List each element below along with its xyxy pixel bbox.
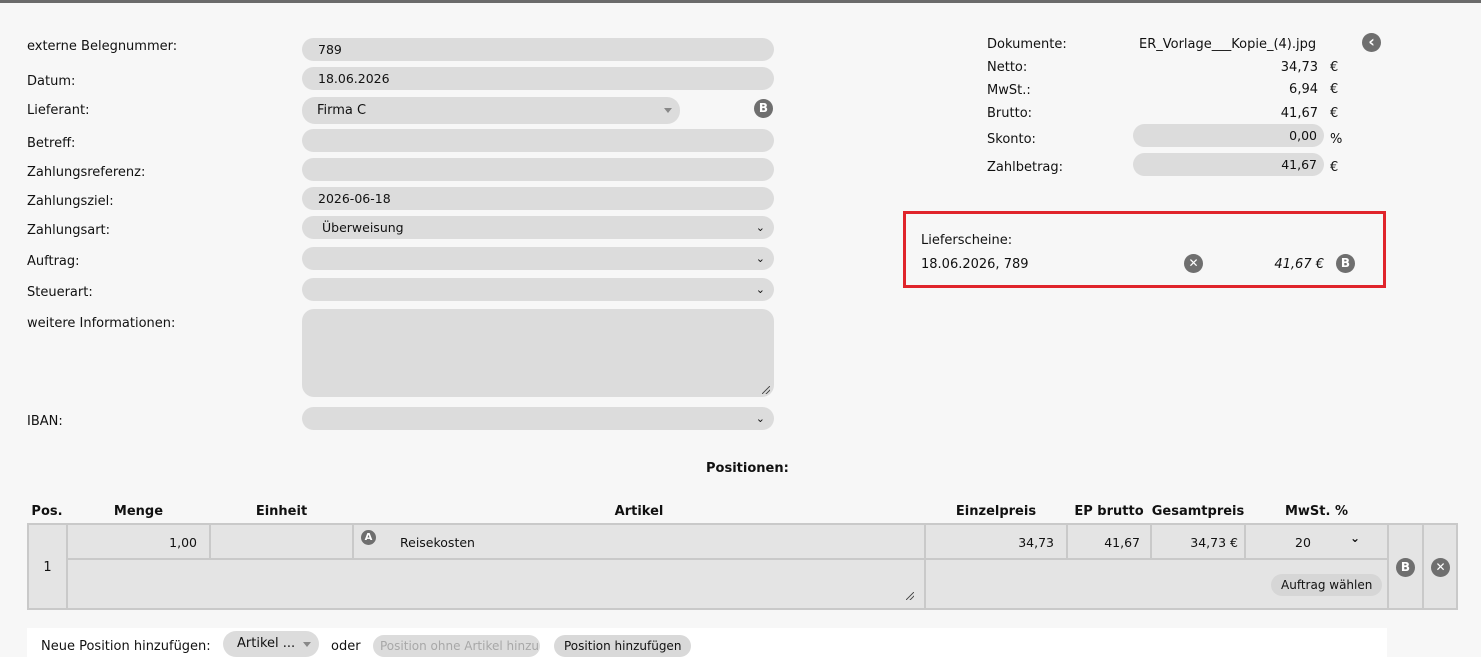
artikel-a-badge-icon[interactable]: A [361,530,376,545]
lieferant-b-badge-icon[interactable]: B [754,99,773,118]
skonto-input[interactable]: 0,00 [1133,124,1324,147]
header-mwst: MwSt. % [1284,504,1348,519]
einzelpreis-input[interactable]: 34,73 [924,523,1068,560]
label-dokumente: Dokumente: [987,37,1067,52]
zahlungsart-value: Überweisung [322,220,404,235]
lieferant-value: Firma C [317,103,367,118]
label-zahlungsreferenz: Zahlungsreferenz: [27,165,146,180]
lieferscheine-title: Lieferscheine: [921,233,1013,248]
label-zahlbetrag: Zahlbetrag: [987,160,1064,175]
dokument-link[interactable]: ER_Vorlage___Kopie_(4).jpg [1139,37,1316,52]
gesamtpreis-cell: 34,73 € [1150,523,1246,560]
dropdown-triangle-icon [303,642,311,647]
zahlungsziel-input[interactable]: 2026-06-18 [302,187,774,210]
menge-input[interactable]: 1,00 [66,523,211,560]
auftrag-waehlen-button[interactable]: Auftrag wählen [1271,574,1383,596]
row-badge-cell: B [1387,523,1424,610]
gesamtpreis-value: 34,73 € [1190,535,1238,550]
steuerart-select[interactable]: ⌄ [302,278,774,301]
oder-text: oder [331,639,361,654]
artikel-cell[interactable]: A Reisekosten [352,523,926,560]
chevron-down-icon: ⌄ [755,252,765,265]
top-border [0,0,1481,3]
artikel-select-value: Artikel ... [237,636,296,651]
artikel-select[interactable]: Artikel ... [223,631,319,657]
mwst-select-value: 20 [1295,535,1311,550]
label-datum: Datum: [27,74,76,89]
lieferschein-remove-icon[interactable]: ✕ [1184,254,1203,273]
ep-brutto-input[interactable]: 41,67 [1066,523,1152,560]
header-pos: Pos. [31,504,63,519]
label-weitere-informationen: weitere Informationen: [27,316,176,331]
belegnummer-input[interactable]: 789 [302,38,774,61]
header-einzelpreis: Einzelpreis [955,504,1037,519]
header-einheit: Einheit [255,504,308,519]
brutto-currency: € [1330,106,1339,121]
mwst-select[interactable]: 20 ⌄ [1244,523,1389,560]
chevron-down-icon: ⌄ [755,283,765,296]
header-artikel: Artikel [614,504,664,519]
header-menge: Menge [113,504,164,519]
chevron-down-icon: ⌄ [755,221,765,234]
label-zahlungsart: Zahlungsart: [27,223,111,238]
positionen-title: Positionen: [706,461,789,476]
chevron-down-icon: ⌄ [755,412,765,425]
einheit-input[interactable] [209,523,354,560]
label-lieferant: Lieferant: [27,103,90,118]
datum-input[interactable]: 18.06.2026 [302,67,774,90]
back-arrow-icon[interactable]: ‹ [1362,33,1381,52]
skonto-percent: % [1330,132,1343,147]
position-ohne-artikel-input[interactable]: Position ohne Artikel hinzu [373,635,540,657]
lieferschein-b-badge-icon[interactable]: B [1336,254,1355,273]
zahlbetrag-currency: € [1330,160,1339,175]
iban-select[interactable]: ⌄ [302,407,774,430]
row-remove-icon[interactable]: ✕ [1431,558,1450,577]
label-mwst: MwSt.: [987,83,1031,98]
mwst-currency: € [1330,82,1339,97]
lieferscheine-box [903,211,1386,288]
zahlbetrag-input[interactable]: 41,67 [1133,153,1324,176]
neue-position-label: Neue Position hinzufügen: [41,639,211,654]
weitere-informationen-textarea[interactable] [302,309,774,397]
row-b-badge-icon[interactable]: B [1396,558,1415,577]
position-hinzufuegen-button[interactable]: Position hinzufügen [554,635,692,657]
artikel-value: Reisekosten [400,535,475,550]
menge-value: 1,00 [169,535,197,550]
betreff-input[interactable] [302,129,774,152]
lieferschein-entry: 18.06.2026, 789 [921,257,1029,272]
ep-brutto-value: 41,67 [1104,535,1140,550]
lieferschein-amount: 41,67 € [1274,257,1324,272]
pos-number: 1 [43,560,52,575]
header-gesamtpreis: Gesamtpreis [1151,504,1245,519]
brutto-value: 41,67 [1280,106,1318,121]
resize-grip-icon[interactable] [762,386,770,394]
label-skonto: Skonto: [987,132,1036,147]
position-note-textarea[interactable] [66,558,926,610]
label-brutto: Brutto: [987,106,1033,121]
label-iban: IBAN: [27,414,63,429]
label-auftrag: Auftrag: [27,254,80,269]
zahlungsart-select[interactable]: Überweisung ⌄ [302,216,774,239]
cell-pos: 1 [27,523,68,610]
zahlungsreferenz-input[interactable] [302,158,774,181]
lieferant-select[interactable]: Firma C [302,97,680,124]
label-zahlungsziel: Zahlungsziel: [27,194,114,209]
auftrag-select[interactable]: ⌄ [302,247,774,270]
resize-grip-icon[interactable] [906,592,914,600]
auftrag-cell: Auftrag wählen [924,558,1389,610]
label-betreff: Betreff: [27,136,76,151]
mwst-value: 6,94 [1289,82,1318,97]
row-remove-cell: ✕ [1422,523,1458,610]
netto-currency: € [1330,60,1339,75]
label-belegnummer: externe Belegnummer: [27,39,178,54]
einzelpreis-value: 34,73 [1018,535,1054,550]
label-netto: Netto: [987,60,1028,75]
netto-value: 34,73 [1280,60,1318,75]
header-ep-brutto: EP brutto [1074,504,1144,519]
chevron-down-icon: ⌄ [1350,531,1361,545]
dropdown-triangle-icon [664,108,672,113]
label-steuerart: Steuerart: [27,285,93,300]
